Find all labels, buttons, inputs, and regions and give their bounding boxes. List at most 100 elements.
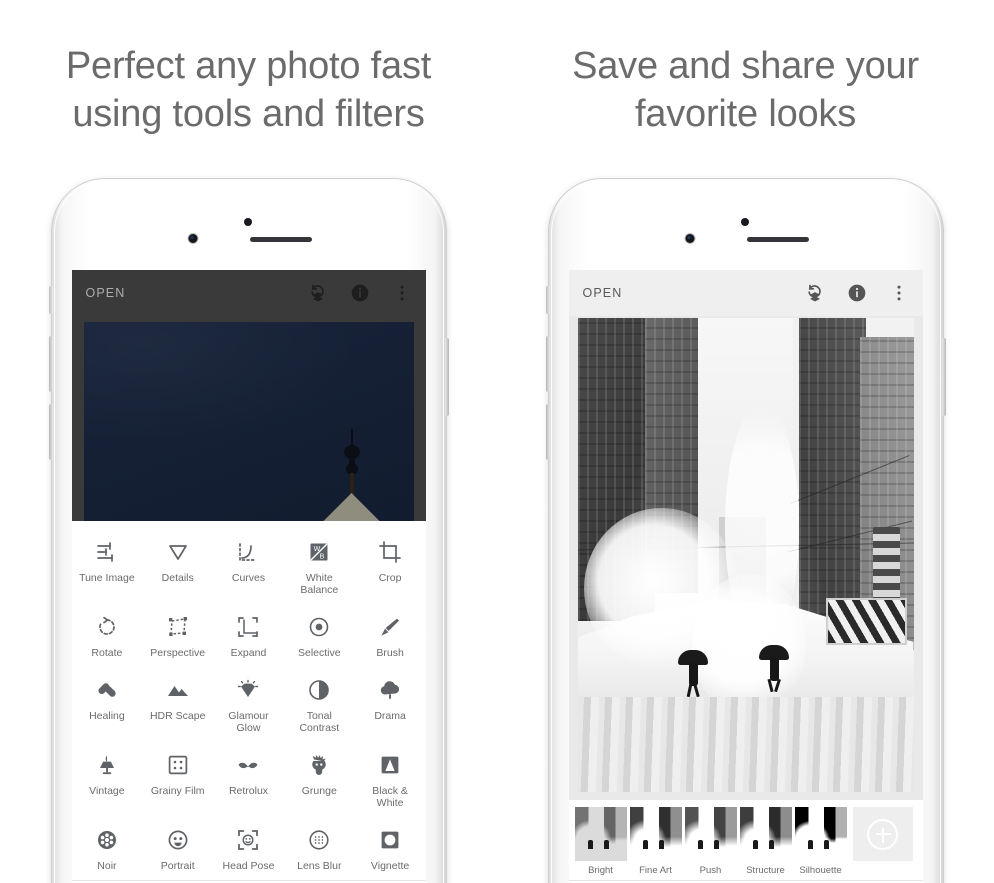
earpiece-speaker <box>249 237 312 242</box>
tool-portrait[interactable]: Portrait <box>142 817 213 880</box>
tool-label: Expand <box>230 647 267 659</box>
tool-label: Tonal Contrast <box>299 710 340 734</box>
tool-label: HDR Scape <box>149 710 206 722</box>
volume-up-button[interactable] <box>545 336 550 392</box>
plus-circle-icon <box>867 818 898 850</box>
tool-expand[interactable]: Expand <box>213 604 284 667</box>
phone-screen-left: OPEN Tune Image Details Curves W B White… <box>71 270 426 883</box>
retrolux-icon <box>235 752 261 778</box>
tool-rotate[interactable]: Rotate <box>72 604 143 667</box>
photo-viewport-left[interactable] <box>71 316 426 521</box>
headline-line-2: using tools and filters <box>72 93 425 135</box>
tool-label: Glamour Glow <box>228 710 269 734</box>
tool-label: Rotate <box>91 647 123 659</box>
hdr-scape-icon <box>165 677 191 703</box>
portrait-icon <box>165 827 191 853</box>
black-and-white-icon <box>377 752 403 778</box>
phone-mockup-left: OPEN Tune Image Details Curves W B White… <box>48 178 449 883</box>
tool-brush[interactable]: Brush <box>355 604 426 667</box>
tool-perspective[interactable]: Perspective <box>142 604 213 667</box>
tool-label: Curves <box>231 572 266 584</box>
tool-crop[interactable]: Crop <box>355 529 426 604</box>
look-thumbnail <box>574 807 627 861</box>
proximity-sensor <box>740 218 749 226</box>
add-look-button[interactable] <box>852 807 913 861</box>
power-button[interactable] <box>444 338 449 416</box>
power-button[interactable] <box>941 338 946 416</box>
tool-details[interactable]: Details <box>142 529 213 604</box>
tool-grunge[interactable]: Grunge <box>284 742 355 817</box>
tool-glamour-glow[interactable]: Glamour Glow <box>213 667 284 742</box>
look-thumbnail <box>684 807 737 861</box>
look-preset-silhouette[interactable]: Silhouette <box>794 807 847 876</box>
tool-black-and-white[interactable]: Black & White <box>355 742 426 817</box>
silent-switch[interactable] <box>48 286 53 314</box>
info-icon[interactable] <box>847 283 867 303</box>
tonal-contrast-icon <box>306 677 332 703</box>
overflow-menu-icon[interactable] <box>889 283 909 303</box>
tool-label: Head Pose <box>222 860 275 872</box>
phone-screen-right: OPEN Bright Fine Art Push Structure Silh… <box>568 270 923 883</box>
look-label: Silhouette <box>799 865 842 876</box>
noir-icon <box>94 827 120 853</box>
tool-tonal-contrast[interactable]: Tonal Contrast <box>284 667 355 742</box>
tool-vintage[interactable]: Vintage <box>72 742 143 817</box>
crop-icon <box>377 539 403 565</box>
earpiece-speaker <box>746 237 809 242</box>
tool-selective[interactable]: Selective <box>284 604 355 667</box>
look-thumbnail <box>739 807 792 861</box>
look-preset-structure[interactable]: Structure <box>739 807 792 876</box>
church-spire <box>321 413 382 521</box>
tool-vignette[interactable]: Vignette <box>355 817 426 880</box>
promo-panel-tools: Perfect any photo fast using tools and f… <box>0 0 497 883</box>
app-top-bar: OPEN <box>71 270 426 316</box>
tool-head-pose[interactable]: Head Pose <box>213 817 284 880</box>
proximity-sensor <box>243 218 252 226</box>
stacks-undo-icon[interactable] <box>308 283 328 303</box>
tool-drama[interactable]: Drama <box>355 667 426 742</box>
tool-retrolux[interactable]: Retrolux <box>213 742 284 817</box>
tool-label: Retrolux <box>228 785 269 797</box>
look-thumbnail <box>794 807 847 861</box>
grainy-film-icon <box>165 752 191 778</box>
tool-label: Perspective <box>150 647 206 659</box>
tool-grainy-film[interactable]: Grainy Film <box>142 742 213 817</box>
look-thumbnail <box>629 807 682 861</box>
look-preset-bright[interactable]: Bright <box>574 807 627 876</box>
tool-label: Drama <box>374 710 406 722</box>
open-button[interactable]: OPEN <box>583 286 623 300</box>
tool-lens-blur[interactable]: Lens Blur <box>284 817 355 880</box>
tool-label: Vintage <box>89 785 125 797</box>
svg-text:B: B <box>320 554 325 561</box>
tools-panel: Tune Image Details Curves W B White Bala… <box>71 521 426 883</box>
silent-switch[interactable] <box>545 286 550 314</box>
svg-text:W: W <box>314 546 321 553</box>
curves-icon <box>235 539 261 565</box>
volume-up-button[interactable] <box>48 336 53 392</box>
page-title: Perfect any photo fast using tools and f… <box>0 42 497 138</box>
volume-down-button[interactable] <box>545 404 550 460</box>
tool-noir[interactable]: Noir <box>72 817 143 880</box>
healing-icon <box>94 677 120 703</box>
tool-curves[interactable]: Curves <box>213 529 284 604</box>
tool-healing[interactable]: Healing <box>72 667 143 742</box>
look-preset-fine-art[interactable]: Fine Art <box>629 807 682 876</box>
tool-label: Details <box>161 572 194 584</box>
headline-line-1: Perfect any photo fast <box>65 45 432 87</box>
rotate-icon <box>94 614 120 640</box>
headline-line-2: favorite looks <box>634 93 857 135</box>
look-preset-push[interactable]: Push <box>684 807 737 876</box>
info-icon[interactable] <box>350 283 370 303</box>
tool-tune-image[interactable]: Tune Image <box>72 529 143 604</box>
glamour-glow-icon <box>235 677 261 703</box>
open-button[interactable]: OPEN <box>86 286 126 300</box>
volume-down-button[interactable] <box>48 404 53 460</box>
photo-viewport-right[interactable] <box>568 316 923 800</box>
stacks-undo-icon[interactable] <box>805 283 825 303</box>
overflow-menu-icon[interactable] <box>392 283 412 303</box>
perspective-icon <box>165 614 191 640</box>
tool-label: Crop <box>378 572 402 584</box>
look-label: Bright <box>588 865 613 876</box>
tool-hdr-scape[interactable]: HDR Scape <box>142 667 213 742</box>
tool-white-balance[interactable]: WB White Balance <box>284 529 355 604</box>
